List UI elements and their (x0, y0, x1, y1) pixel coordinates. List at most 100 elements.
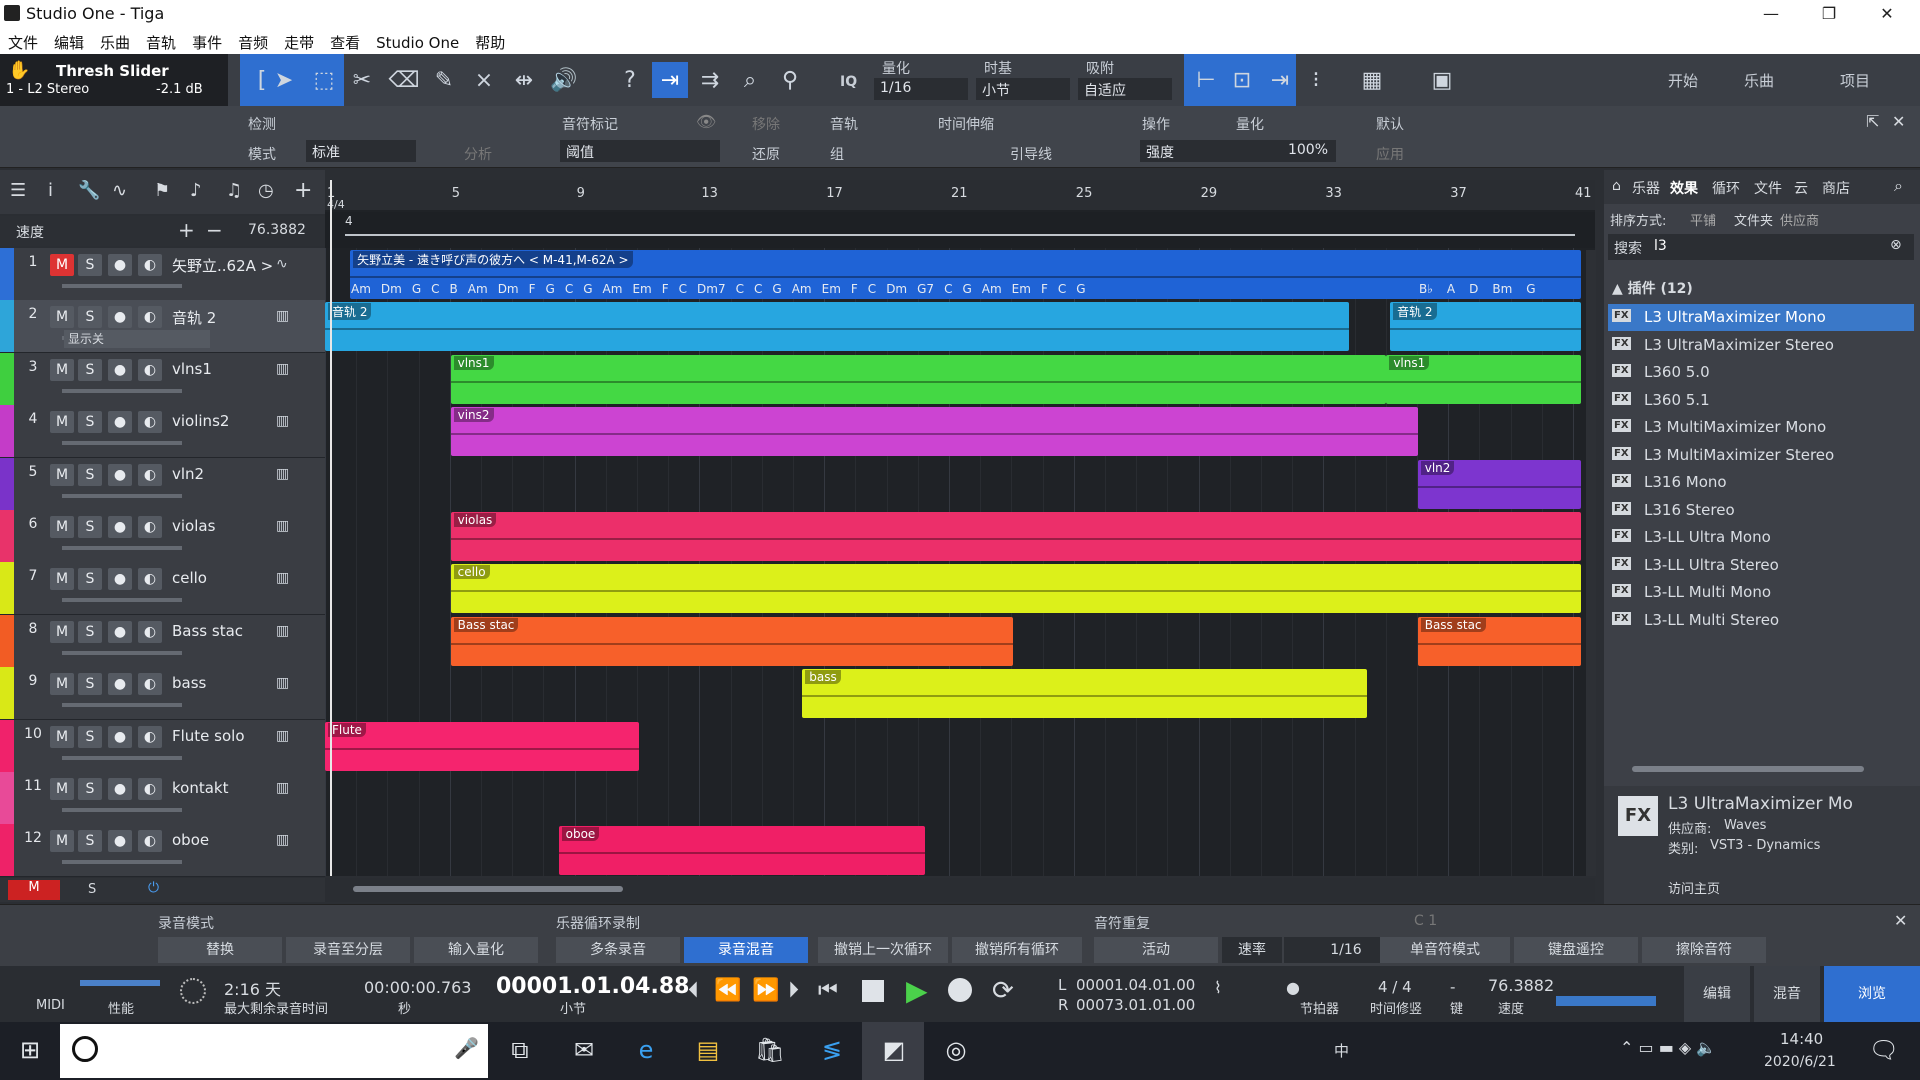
mute-button[interactable]: M (50, 830, 74, 853)
return-to-zero-icon[interactable]: ⏮ (818, 978, 838, 1003)
monitor-button[interactable]: ◐ (138, 411, 162, 434)
track-name[interactable]: vln2 (172, 465, 204, 483)
time-signature[interactable]: 4 / 4 (1378, 978, 1412, 996)
track-header[interactable]: 2 M S ● ◐ 音轨 2 ▥ 显示关 (0, 300, 325, 354)
plugin-item[interactable]: FX L360 5.1 (1608, 387, 1914, 414)
plugin-item[interactable]: FX L3-LL Ultra Mono (1608, 524, 1914, 551)
tempo-curve[interactable] (345, 234, 1575, 236)
precount-icon[interactable]: ⌇ (1214, 978, 1222, 997)
clip[interactable]: 音轨 2 (325, 302, 1349, 352)
ruler[interactable]: 15913172125293337414/4 (325, 180, 1595, 211)
replace-button[interactable]: 替换 (158, 937, 282, 963)
track-name[interactable]: kontakt (172, 779, 228, 797)
eraser-tool-icon[interactable]: ⌫ (386, 62, 422, 98)
track-name[interactable]: violas (172, 517, 215, 535)
menu-event[interactable]: 事件 (184, 28, 230, 53)
volume-slider[interactable] (62, 546, 182, 550)
maximize-button[interactable]: ❐ (1806, 0, 1852, 28)
analyze-button[interactable]: 分析 (464, 144, 492, 164)
browser-hscroll[interactable] (1632, 766, 1864, 772)
record-arm-button[interactable]: ● (108, 516, 132, 538)
monitor-button[interactable]: ◐ (138, 673, 162, 696)
sort-vendor[interactable]: 供应商 (1780, 210, 1819, 229)
record-arm-button[interactable]: ● (108, 620, 132, 643)
menu-song[interactable]: 乐曲 (92, 28, 138, 53)
restore-button[interactable]: 还原 (752, 144, 780, 164)
monitor-button[interactable]: ◐ (138, 306, 162, 329)
plugin-item[interactable]: FX L3 UltraMaximizer Stereo (1608, 332, 1914, 359)
record-arm-button[interactable]: ● (108, 411, 132, 434)
display-select[interactable]: 显示关 (64, 330, 210, 349)
volume-slider[interactable] (62, 808, 182, 812)
add-track-icon[interactable]: + (294, 178, 312, 203)
mute-button[interactable]: M (50, 411, 74, 434)
track-header[interactable]: 11 M S ● ◐ kontakt ▥ (0, 772, 325, 825)
track-name[interactable]: vlns1 (172, 360, 212, 378)
keyboard-remote-button[interactable]: 键盘遥控 (1514, 937, 1638, 963)
menu-view[interactable]: 查看 (322, 28, 368, 53)
sort-folder[interactable]: 文件夹 (1734, 210, 1773, 229)
store-icon[interactable]: 🛍 (754, 1036, 786, 1066)
list-menu-icon[interactable]: ☰ (10, 180, 26, 201)
arrow-tool-icon[interactable]: ➤ (266, 62, 302, 98)
global-solo[interactable]: S (88, 882, 96, 897)
iq-label[interactable]: IQ (840, 74, 857, 90)
monitor-button[interactable]: ◐ (138, 725, 162, 748)
clock-icon[interactable]: ◷ (258, 180, 274, 201)
windows-start-icon[interactable]: ⊞ (14, 1036, 46, 1066)
record-arm-button[interactable]: ● (108, 830, 132, 853)
tempo-add-icon[interactable]: + (178, 218, 195, 242)
scroll-thumb[interactable] (353, 886, 623, 892)
multi-take-button[interactable]: 多条录音 (556, 937, 680, 963)
monitor-button[interactable]: ◐ (138, 620, 162, 643)
keyboard-icon[interactable]: ▥ (276, 518, 298, 536)
track-name[interactable]: 音轨 2 (172, 307, 216, 328)
film-icon[interactable]: ▣ (1424, 62, 1460, 98)
monitor-button[interactable]: ◐ (138, 830, 162, 853)
microphone-icon[interactable]: 🎤 (454, 1036, 479, 1060)
tab-cloud[interactable]: 云 (1794, 178, 1808, 198)
solo-button[interactable]: S (78, 568, 102, 591)
plugin-group-header[interactable]: ▲ 插件 (12) (1612, 278, 1693, 298)
track-name[interactable]: Flute solo (172, 727, 245, 745)
detach-icon[interactable]: ⇱ (1866, 112, 1879, 131)
repeat-active-button[interactable]: 活动 (1094, 937, 1218, 963)
solo-button[interactable]: S (78, 620, 102, 643)
keyboard-icon[interactable]: ▥ (276, 728, 298, 746)
clip[interactable]: violas (450, 512, 1581, 561)
project-button[interactable]: 项目 (1840, 70, 1870, 91)
explorer-icon[interactable]: ▤ (692, 1036, 724, 1066)
quantize-action-button[interactable]: 量化 (1236, 114, 1264, 134)
solo-button[interactable]: S (78, 778, 102, 800)
mono-mode-button[interactable]: 单音符模式 (1380, 937, 1510, 963)
track-header[interactable]: 4 M S ● ◐ violins2 ▥ (0, 405, 325, 459)
song-button[interactable]: 乐曲 (1744, 70, 1774, 91)
clip[interactable]: bass (802, 669, 1368, 719)
track-header[interactable]: 5 M S ● ◐ vln2 ▥ (0, 457, 325, 511)
sort-flat[interactable]: 平铺 (1690, 210, 1716, 229)
monitor-button[interactable]: ◐ (138, 778, 162, 800)
clear-search-icon[interactable]: ⊗ (1890, 237, 1902, 253)
keyboard-icon[interactable]: ▥ (276, 361, 298, 379)
track-color[interactable] (0, 719, 14, 772)
plugin-item[interactable]: FX L316 Stereo (1608, 497, 1914, 524)
record-arm-button[interactable]: ● (108, 358, 132, 381)
record-arm-button[interactable]: ● (108, 673, 132, 696)
vertical-scrollbar[interactable] (1586, 250, 1596, 876)
solo-button[interactable]: S (78, 306, 102, 329)
mute-button[interactable]: M (50, 463, 74, 486)
menu-file[interactable]: 文件 (0, 28, 46, 53)
menu-help[interactable]: 帮助 (467, 28, 513, 53)
mute-button[interactable]: M (50, 516, 74, 538)
global-mute[interactable]: M (8, 880, 60, 900)
split-tool-icon[interactable]: ✂ (344, 62, 380, 98)
solo-button[interactable]: S (78, 673, 102, 696)
plugin-item[interactable]: FX L3-LL Multi Stereo (1608, 607, 1914, 634)
snap-event-icon[interactable]: ⊡ (1224, 62, 1260, 98)
track-header[interactable]: 3 M S ● ◐ vlns1 ▥ (0, 352, 325, 406)
autoscroll-icon[interactable]: ⇥ (652, 62, 688, 98)
layout-icon[interactable]: ▦ (1354, 62, 1390, 98)
plugin-item[interactable]: FX L3-LL Multi Mono (1608, 579, 1914, 606)
track-header[interactable]: 9 M S ● ◐ bass ▥ (0, 667, 325, 721)
track-header[interactable]: 1 M S ● ◐ 矢野立..62A > ∿ (0, 248, 325, 301)
